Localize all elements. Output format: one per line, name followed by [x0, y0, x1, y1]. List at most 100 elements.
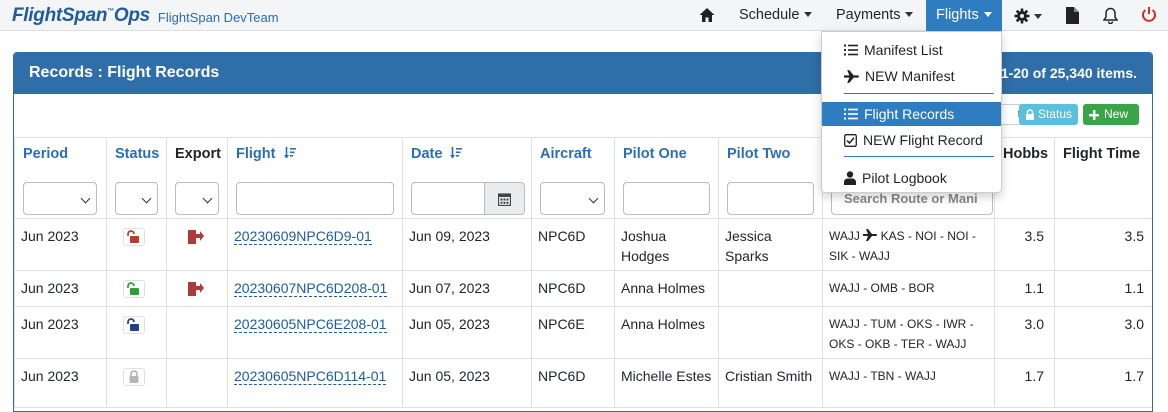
pilot-one-cell: Anna Holmes	[614, 306, 719, 359]
flights-menu[interactable]: Flights	[926, 0, 1002, 31]
date-cell: Jun 05, 2023	[402, 358, 532, 408]
flight-link[interactable]: 20230605NPC6E208-01	[234, 316, 387, 333]
hobbs-cell: 1.1	[994, 270, 1055, 307]
list-icon	[844, 108, 858, 120]
document-icon[interactable]	[1066, 7, 1079, 24]
export-cell	[166, 358, 228, 408]
pilot-two-cell: Cristian Smith	[718, 358, 823, 408]
menu-item-flight-records[interactable]: Flight Records	[822, 102, 1001, 126]
item-count: 1-20 of 25,340 items.	[1000, 65, 1137, 81]
route-cell: WAJJ - TUM - OKS - IWR - OKS - OKB - TER…	[822, 306, 995, 359]
menu-divider	[844, 156, 994, 157]
status-cell	[106, 270, 167, 307]
status-cell	[106, 218, 167, 271]
flight-time-cell: 3.5	[1054, 218, 1152, 271]
checkbox-icon	[844, 133, 857, 147]
table-row[interactable]: Jun 2023 20230605NPC6D114-01 Jun 05, 202…	[14, 358, 1152, 408]
status-filter-select[interactable]	[115, 182, 158, 215]
hobbs-cell: 1.7	[994, 358, 1055, 408]
gear-icon	[1014, 8, 1030, 24]
flight-time-cell: 1.1	[1054, 270, 1152, 307]
column-status[interactable]: Status	[106, 137, 167, 219]
column-flight[interactable]: Flight	[227, 137, 403, 219]
sort-desc-icon	[283, 147, 296, 159]
brand-logo: FlightSpan ™ Ops	[12, 5, 150, 26]
payments-menu[interactable]: Payments	[836, 0, 914, 31]
schedule-menu[interactable]: Schedule	[739, 0, 813, 31]
settings-menu[interactable]	[1014, 7, 1046, 25]
unlock-icon[interactable]	[123, 280, 145, 298]
flight-time-cell: 3.0	[1054, 306, 1152, 359]
plane-icon	[863, 229, 878, 241]
flight-cell: 20230605NPC6D114-01	[227, 358, 403, 408]
column-aircraft[interactable]: Aircraft	[531, 137, 615, 219]
date-cell: Jun 05, 2023	[402, 306, 532, 359]
aircraft-filter-select[interactable]	[540, 182, 605, 215]
export-cell	[166, 270, 228, 307]
period-cell: Jun 2023	[14, 218, 107, 271]
brand-team-name: FlightSpan DevTeam	[157, 9, 279, 25]
table-row[interactable]: Jun 2023 20230609NPC6D9-01 Jun 09, 2023 …	[14, 218, 1152, 271]
export-icon[interactable]	[187, 281, 205, 297]
pilot-two-cell	[718, 270, 823, 307]
export-icon[interactable]	[187, 229, 205, 245]
hobbs-cell: 3.0	[994, 306, 1055, 359]
aircraft-cell: NPC6D	[531, 270, 615, 307]
unlock-icon[interactable]	[123, 228, 145, 246]
date-cell: Jun 09, 2023	[402, 218, 532, 271]
bell-icon[interactable]	[1103, 7, 1118, 24]
export-cell	[166, 218, 228, 271]
aircraft-cell: NPC6E	[531, 306, 615, 359]
flight-time-cell: 1.7	[1054, 358, 1152, 408]
status-button[interactable]: Status	[1019, 104, 1078, 125]
menu-item-manifest-list[interactable]: Manifest List	[822, 38, 1001, 62]
date-cell: Jun 07, 2023	[402, 270, 532, 307]
route-cell: WAJJ - OMB - BOR	[822, 270, 995, 307]
menu-item-new-manifest[interactable]: NEW Manifest	[822, 64, 1001, 88]
chevron-down-icon	[804, 12, 813, 17]
pilot-one-filter-input[interactable]	[623, 182, 710, 215]
calendar-icon	[498, 192, 511, 206]
flights-dropdown-menu: Manifest List NEW Manifest Flight Record…	[821, 31, 1002, 193]
menu-item-pilot-logbook[interactable]: Pilot Logbook	[822, 166, 1001, 190]
sort-desc-icon	[450, 147, 463, 159]
table-row[interactable]: Jun 2023 20230605NPC6E208-01 Jun 05, 202…	[14, 306, 1152, 359]
column-date[interactable]: Date	[402, 137, 532, 219]
pilot-one-cell: Joshua Hodges	[614, 218, 719, 271]
period-cell: Jun 2023	[14, 358, 107, 408]
period-filter-select[interactable]	[23, 182, 97, 215]
home-icon[interactable]	[698, 6, 716, 24]
user-icon	[844, 171, 856, 185]
page-title: Records : Flight Records	[29, 64, 220, 81]
power-icon[interactable]	[1141, 6, 1157, 23]
flight-filter-input[interactable]	[236, 182, 394, 215]
export-cell	[166, 306, 228, 359]
pilot-two-filter-input[interactable]	[727, 182, 814, 215]
column-pilot-two[interactable]: Pilot Two	[718, 137, 823, 219]
flight-cell: 20230609NPC6D9-01	[227, 218, 403, 271]
lock-icon[interactable]	[123, 368, 145, 386]
flight-cell: 20230605NPC6E208-01	[227, 306, 403, 359]
chevron-down-icon	[905, 12, 914, 17]
column-period[interactable]: Period	[14, 137, 107, 219]
chevron-down-icon	[1034, 13, 1042, 19]
aircraft-cell: NPC6D	[531, 358, 615, 408]
date-filter-input[interactable]	[411, 182, 485, 215]
chevron-down-icon	[983, 12, 992, 17]
pilot-one-cell: Anna Holmes	[614, 270, 719, 307]
menu-item-new-flight-record[interactable]: NEW Flight Record	[822, 128, 1001, 152]
column-export: Export	[166, 137, 228, 219]
flight-link[interactable]: 20230609NPC6D9-01	[234, 228, 372, 245]
table-row[interactable]: Jun 2023 20230607NPC6D208-01 Jun 07, 202…	[14, 270, 1152, 307]
unlock-icon[interactable]	[123, 316, 145, 334]
flight-link[interactable]: 20230605NPC6D114-01	[234, 368, 387, 385]
status-cell	[106, 306, 167, 359]
flight-link[interactable]: 20230607NPC6D208-01	[234, 280, 388, 297]
new-button[interactable]: New	[1083, 104, 1139, 125]
calendar-button[interactable]	[485, 182, 525, 215]
brand[interactable]: FlightSpan ™ Ops FlightSpan DevTeam	[12, 5, 279, 27]
column-pilot-one[interactable]: Pilot One	[614, 137, 719, 219]
list-icon	[844, 44, 858, 56]
export-filter-select[interactable]	[175, 182, 219, 215]
aircraft-cell: NPC6D	[531, 218, 615, 271]
